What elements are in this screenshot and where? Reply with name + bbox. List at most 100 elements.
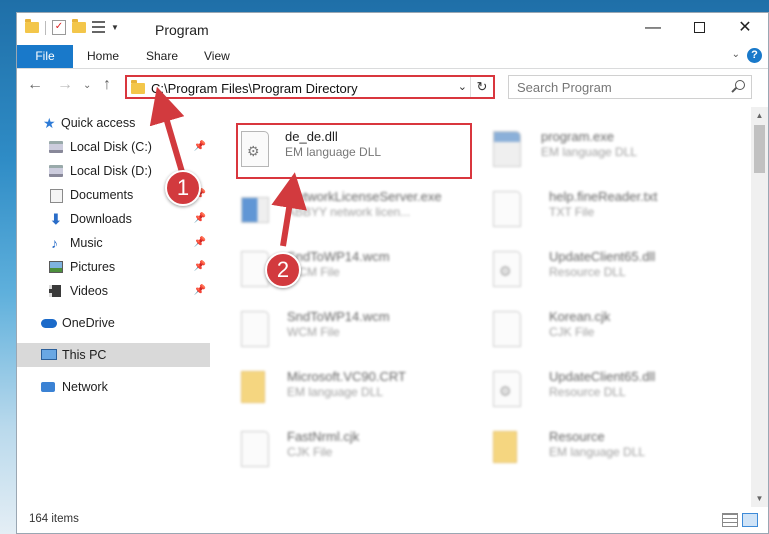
maximize-icon (693, 22, 705, 34)
sidebar-item-videos[interactable]: Videos 📌 (17, 279, 210, 303)
sidebar-item-this-pc[interactable]: This PC (17, 343, 210, 367)
recent-locations-icon[interactable]: ⌄ (83, 80, 91, 91)
close-button[interactable]: ✕ (722, 13, 768, 43)
scroll-down-icon[interactable]: ▼ (751, 490, 768, 507)
sidebar-item-label: Music (70, 236, 103, 250)
folder-icon (25, 19, 39, 33)
pin-icon[interactable]: 📌 (194, 255, 206, 279)
quick-access-toolbar: ✓ ▼ (25, 19, 119, 35)
file-name: program.exe (541, 129, 614, 144)
tab-view[interactable]: View (204, 45, 230, 68)
file-icon (241, 311, 271, 349)
file-list: de_de.dll EM language DLL program.exe EM… (217, 107, 747, 507)
file-icon (493, 311, 523, 349)
scroll-up-icon[interactable]: ▲ (751, 107, 768, 124)
search-icon[interactable] (735, 80, 745, 90)
toolbar-divider (45, 20, 46, 35)
sidebar-item-label: Local Disk (C:) (70, 140, 152, 154)
disk-icon (49, 141, 63, 153)
file-item[interactable]: UpdateClient65.dll Resource DLL (493, 367, 733, 419)
tab-share[interactable]: Share (146, 45, 178, 68)
file-item[interactable]: Resource EM language DLL (493, 427, 733, 479)
file-type: EM language DLL (549, 445, 646, 459)
help-button[interactable]: ? (747, 48, 762, 63)
minimize-button[interactable]: — (630, 13, 676, 43)
sidebar-item-label: Pictures (70, 260, 116, 274)
customize-icon[interactable] (92, 21, 105, 34)
file-type: ABBYY network licen... (287, 205, 411, 219)
pictures-icon (49, 261, 63, 273)
file-item[interactable]: NetworkLicenseServer.exe ABBYY network l… (241, 187, 481, 239)
file-name: UpdateClient65.dll (549, 369, 656, 384)
address-bar[interactable]: C:\Program Files\Program Directory ⌄ ↻ (125, 75, 495, 99)
file-name: UpdateClient65.dll (549, 249, 656, 264)
toolbar-dropdown-icon[interactable]: ▼ (111, 23, 119, 32)
file-item[interactable]: Microsoft.VC90.CRT EM language DLL (241, 367, 481, 419)
pin-icon[interactable]: 📌 (194, 231, 206, 255)
music-icon: ♪ (51, 235, 58, 251)
file-type: TXT File (549, 205, 595, 219)
details-view-icon[interactable] (722, 513, 738, 527)
dll-file-icon (493, 371, 523, 409)
sidebar-item-onedrive[interactable]: OneDrive (17, 311, 210, 335)
tab-file[interactable]: File (17, 45, 73, 68)
item-count: 164 items (29, 513, 79, 525)
search-input[interactable]: Search Program (508, 75, 752, 99)
file-name: Microsoft.VC90.CRT (287, 369, 406, 384)
forward-arrow-icon[interactable]: → (57, 76, 73, 94)
file-name: FastNrml.cjk (287, 429, 360, 444)
refresh-icon[interactable]: ↻ (470, 77, 493, 97)
folder-icon (131, 80, 145, 94)
file-item[interactable]: Korean.cjk CJK File (493, 307, 733, 359)
file-explorer-window: ✓ ▼ Program — ✕ File Home Share View ⌄ ?… (16, 12, 769, 534)
new-folder-icon[interactable] (72, 19, 86, 33)
exe-file-icon (493, 131, 523, 169)
sidebar-item-local-disk-c[interactable]: Local Disk (C:) 📌 (17, 135, 210, 159)
sidebar-item-downloads[interactable]: ⬇ Downloads 📌 (17, 207, 210, 231)
file-item[interactable]: FastNrml.cjk CJK File (241, 427, 481, 479)
sidebar-item-quick-access[interactable]: ★ Quick access (17, 111, 210, 135)
step-2-callout: 2 (265, 252, 301, 288)
onedrive-icon (41, 319, 57, 328)
sidebar-item-music[interactable]: ♪ Music 📌 (17, 231, 210, 255)
videos-icon (49, 285, 61, 297)
file-item[interactable]: SndToWP14.wcm WCM File (241, 307, 481, 359)
address-path[interactable]: C:\Program Files\Program Directory (151, 81, 358, 96)
pin-icon[interactable]: 📌 (194, 279, 206, 303)
address-dropdown-icon[interactable]: ⌄ (458, 80, 467, 93)
sidebar-item-pictures[interactable]: Pictures 📌 (17, 255, 210, 279)
back-arrow-icon[interactable]: ← (27, 76, 43, 94)
vertical-scrollbar[interactable]: ▲ ▼ (751, 107, 768, 507)
file-type: CJK File (287, 445, 333, 459)
step-1-callout: 1 (165, 170, 201, 206)
search-placeholder: Search Program (517, 80, 612, 95)
scroll-thumb[interactable] (754, 125, 765, 173)
file-item[interactable]: help.fineReader.txt TXT File (493, 187, 733, 239)
navigation-pane: ★ Quick access Local Disk (C:) 📌 Local D… (17, 107, 210, 507)
star-icon: ★ (43, 115, 56, 131)
tiles-view-icon[interactable] (742, 513, 758, 527)
file-type: CJK File (549, 325, 595, 339)
window-title: Program (155, 22, 209, 38)
file-type: Resource DLL (549, 385, 626, 399)
file-name: SndToWP14.wcm (287, 309, 390, 324)
sidebar-item-label: Quick access (61, 116, 136, 130)
expand-ribbon-icon[interactable]: ⌄ (732, 49, 740, 60)
file-type: EM language DLL (287, 385, 384, 399)
dll-file-icon (493, 251, 523, 289)
ribbon-tabs: File Home Share View ⌄ ? (17, 45, 768, 69)
pin-icon[interactable]: 📌 (194, 135, 206, 159)
file-name: SndToWP14.wcm (287, 249, 390, 264)
sidebar-item-label: OneDrive (62, 316, 115, 330)
tab-home[interactable]: Home (87, 45, 119, 68)
properties-check-icon[interactable]: ✓ (52, 20, 66, 35)
maximize-button[interactable] (676, 13, 722, 43)
pin-icon[interactable]: 📌 (194, 207, 206, 231)
sidebar-item-network[interactable]: Network (17, 375, 210, 399)
file-icon (241, 431, 271, 469)
up-arrow-icon[interactable]: ↑ (103, 76, 111, 94)
sidebar-item-label: Network (62, 380, 108, 394)
file-item[interactable]: UpdateClient65.dll Resource DLL (493, 247, 733, 299)
file-type: EM language DLL (541, 145, 638, 159)
file-item[interactable]: program.exe EM language DLL (493, 127, 733, 179)
